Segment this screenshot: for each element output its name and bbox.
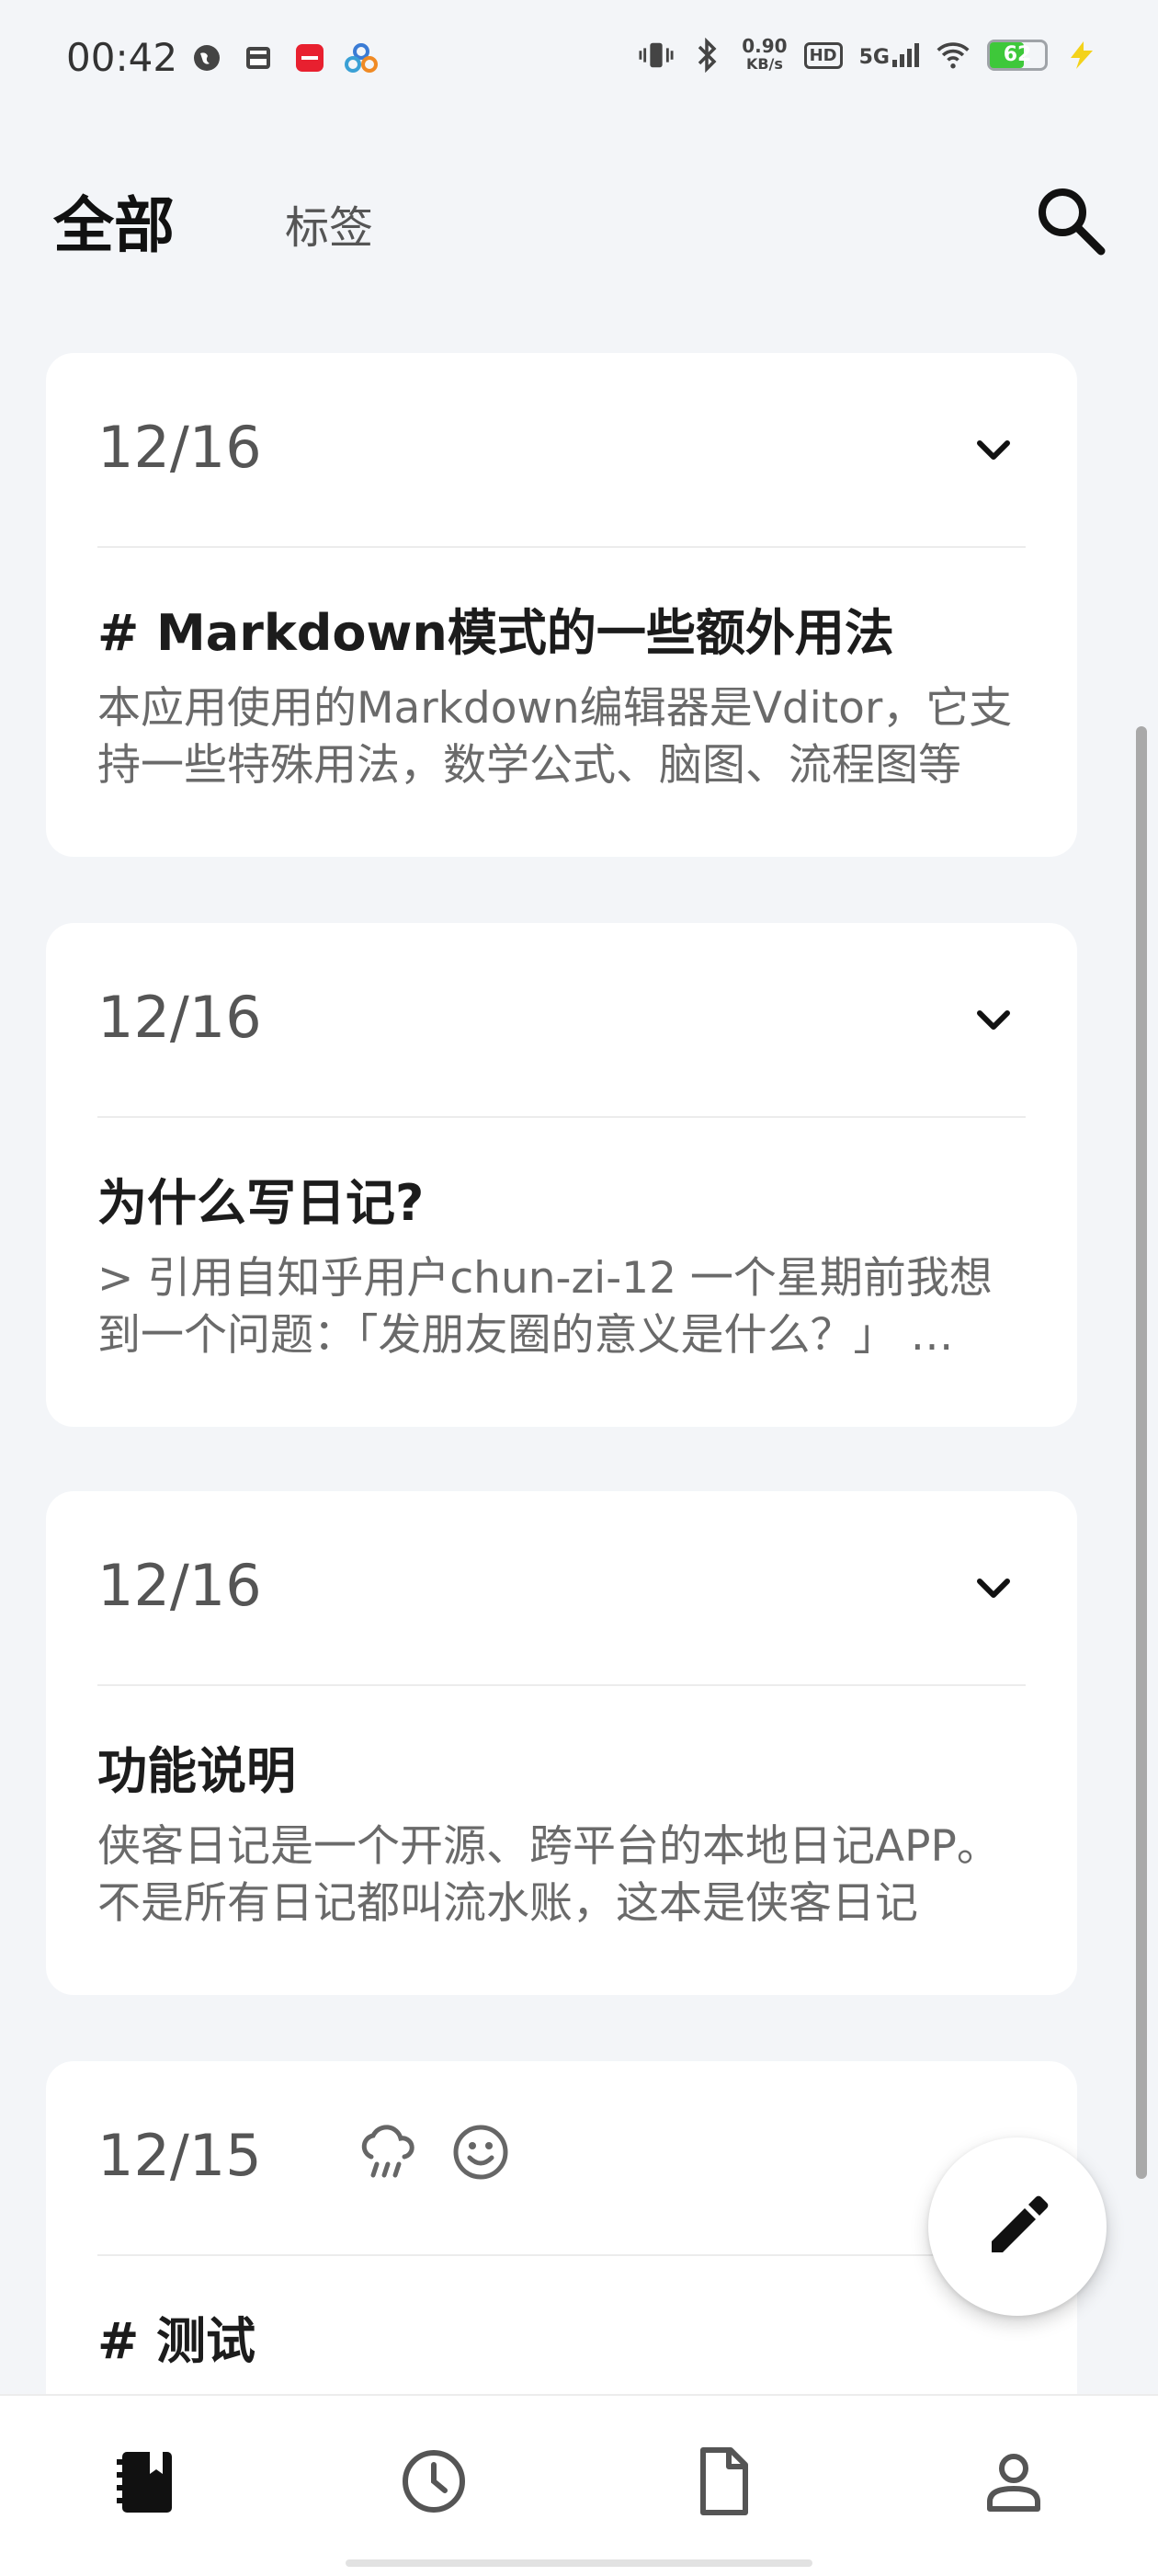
charging-icon (1064, 38, 1099, 73)
nav-history[interactable] (392, 2440, 475, 2523)
signal-bars-icon (892, 43, 919, 67)
battery-level: 62 (1003, 43, 1032, 66)
tab-tags[interactable]: 标签 (285, 191, 373, 256)
status-time: 00:42 (66, 35, 178, 80)
home-indicator[interactable] (346, 2559, 812, 2567)
entry-snippet: 侠客日记是一个开源、跨平台的本地日记APP。 不是所有日记都叫流水账，这本是侠客… (97, 1821, 1000, 1929)
wifi-icon (936, 38, 971, 73)
battery-indicator: 62 (987, 40, 1048, 71)
bottom-navigation (0, 2394, 1158, 2576)
diary-entry-card[interactable]: 12/16 为什么写日记? > 引用自知乎用户chun-zi-12 一个星期前我… (46, 923, 1077, 1427)
entry-header: 12/16 (97, 353, 1026, 546)
entry-meta-icons (355, 2120, 513, 2184)
entry-title: # 测试 (97, 2312, 256, 2370)
chevron-down-icon (977, 440, 1010, 460)
expand-button[interactable] (961, 987, 1026, 1052)
diary-entry-card[interactable]: 12/15 # 测试 (46, 2061, 1077, 2447)
inbox-icon (241, 40, 276, 75)
bluetooth-icon (690, 38, 725, 73)
document-icon (700, 2447, 748, 2515)
status-right-icons: 0.90 KB/s HD 5G 62 (639, 37, 1099, 74)
entry-header: 12/16 (97, 1491, 1026, 1684)
status-bar: 00:42 0.90 KB/s HD 5G 62 (0, 0, 1158, 120)
pencil-icon (992, 2195, 1049, 2252)
network-type: 5G (858, 46, 890, 69)
entry-date: 12/16 (97, 1552, 262, 1619)
divider (97, 1684, 1026, 1686)
entry-date: 12/16 (97, 414, 262, 481)
entry-snippet: 本应用使用的Markdown编辑器是Vditor，它支持一些特殊用法，数学公式、… (97, 683, 1013, 791)
entry-header: 12/16 (97, 923, 1026, 1116)
search-button[interactable] (1029, 179, 1112, 262)
entry-snippet: > 引用自知乎用户chun-zi-12 一个星期前我想到一个问题：「发朋友圈的意… (97, 1253, 993, 1361)
network-speed-unit: KB/s (745, 55, 783, 73)
clock-icon (403, 2450, 465, 2513)
network-speed: 0.90 KB/s (742, 37, 787, 74)
diary-entry-card[interactable]: 12/16 # Markdown模式的一些额外用法 本应用使用的Markdown… (46, 353, 1077, 857)
expand-button[interactable] (961, 417, 1026, 482)
new-entry-button[interactable] (928, 2137, 1107, 2316)
globe-icon (189, 40, 224, 75)
entry-title: # Markdown模式的一些额外用法 (97, 604, 894, 662)
rain-cloud-icon (361, 2125, 414, 2178)
share-icon (344, 40, 379, 75)
vibrate-icon (639, 38, 674, 73)
scrollbar[interactable] (1136, 726, 1147, 2179)
app-header: 全部 标签 (0, 138, 1158, 303)
entry-date: 12/16 (97, 984, 262, 1051)
entry-title: 功能说明 (97, 1742, 296, 1800)
profile-icon (987, 2454, 1040, 2512)
entry-header: 12/15 (97, 2061, 1026, 2254)
divider (97, 1116, 1026, 1118)
signal-indicator: 5G (859, 41, 919, 69)
entry-title: 为什么写日记? (97, 1174, 425, 1232)
search-icon (1039, 188, 1106, 256)
expand-button[interactable] (961, 1556, 1026, 1620)
nav-documents[interactable] (682, 2440, 765, 2523)
entry-date: 12/15 (97, 2122, 262, 2189)
diary-entry-card[interactable]: 12/16 功能说明 侠客日记是一个开源、跨平台的本地日记APP。 不是所有日记… (46, 1491, 1077, 1995)
smile-icon (453, 2125, 508, 2180)
divider (97, 546, 1026, 548)
hd-badge: HD (803, 41, 843, 69)
divider (97, 2254, 1026, 2256)
app-badge-icon (292, 40, 327, 75)
chevron-down-icon (977, 1010, 1010, 1030)
tab-all[interactable]: 全部 (53, 177, 175, 265)
nav-diary[interactable] (105, 2440, 187, 2523)
network-speed-value: 0.90 (742, 35, 788, 57)
status-left-icons (189, 40, 379, 75)
diary-icon (117, 2452, 172, 2513)
chevron-down-icon (977, 1579, 1010, 1598)
nav-profile[interactable] (972, 2440, 1055, 2523)
